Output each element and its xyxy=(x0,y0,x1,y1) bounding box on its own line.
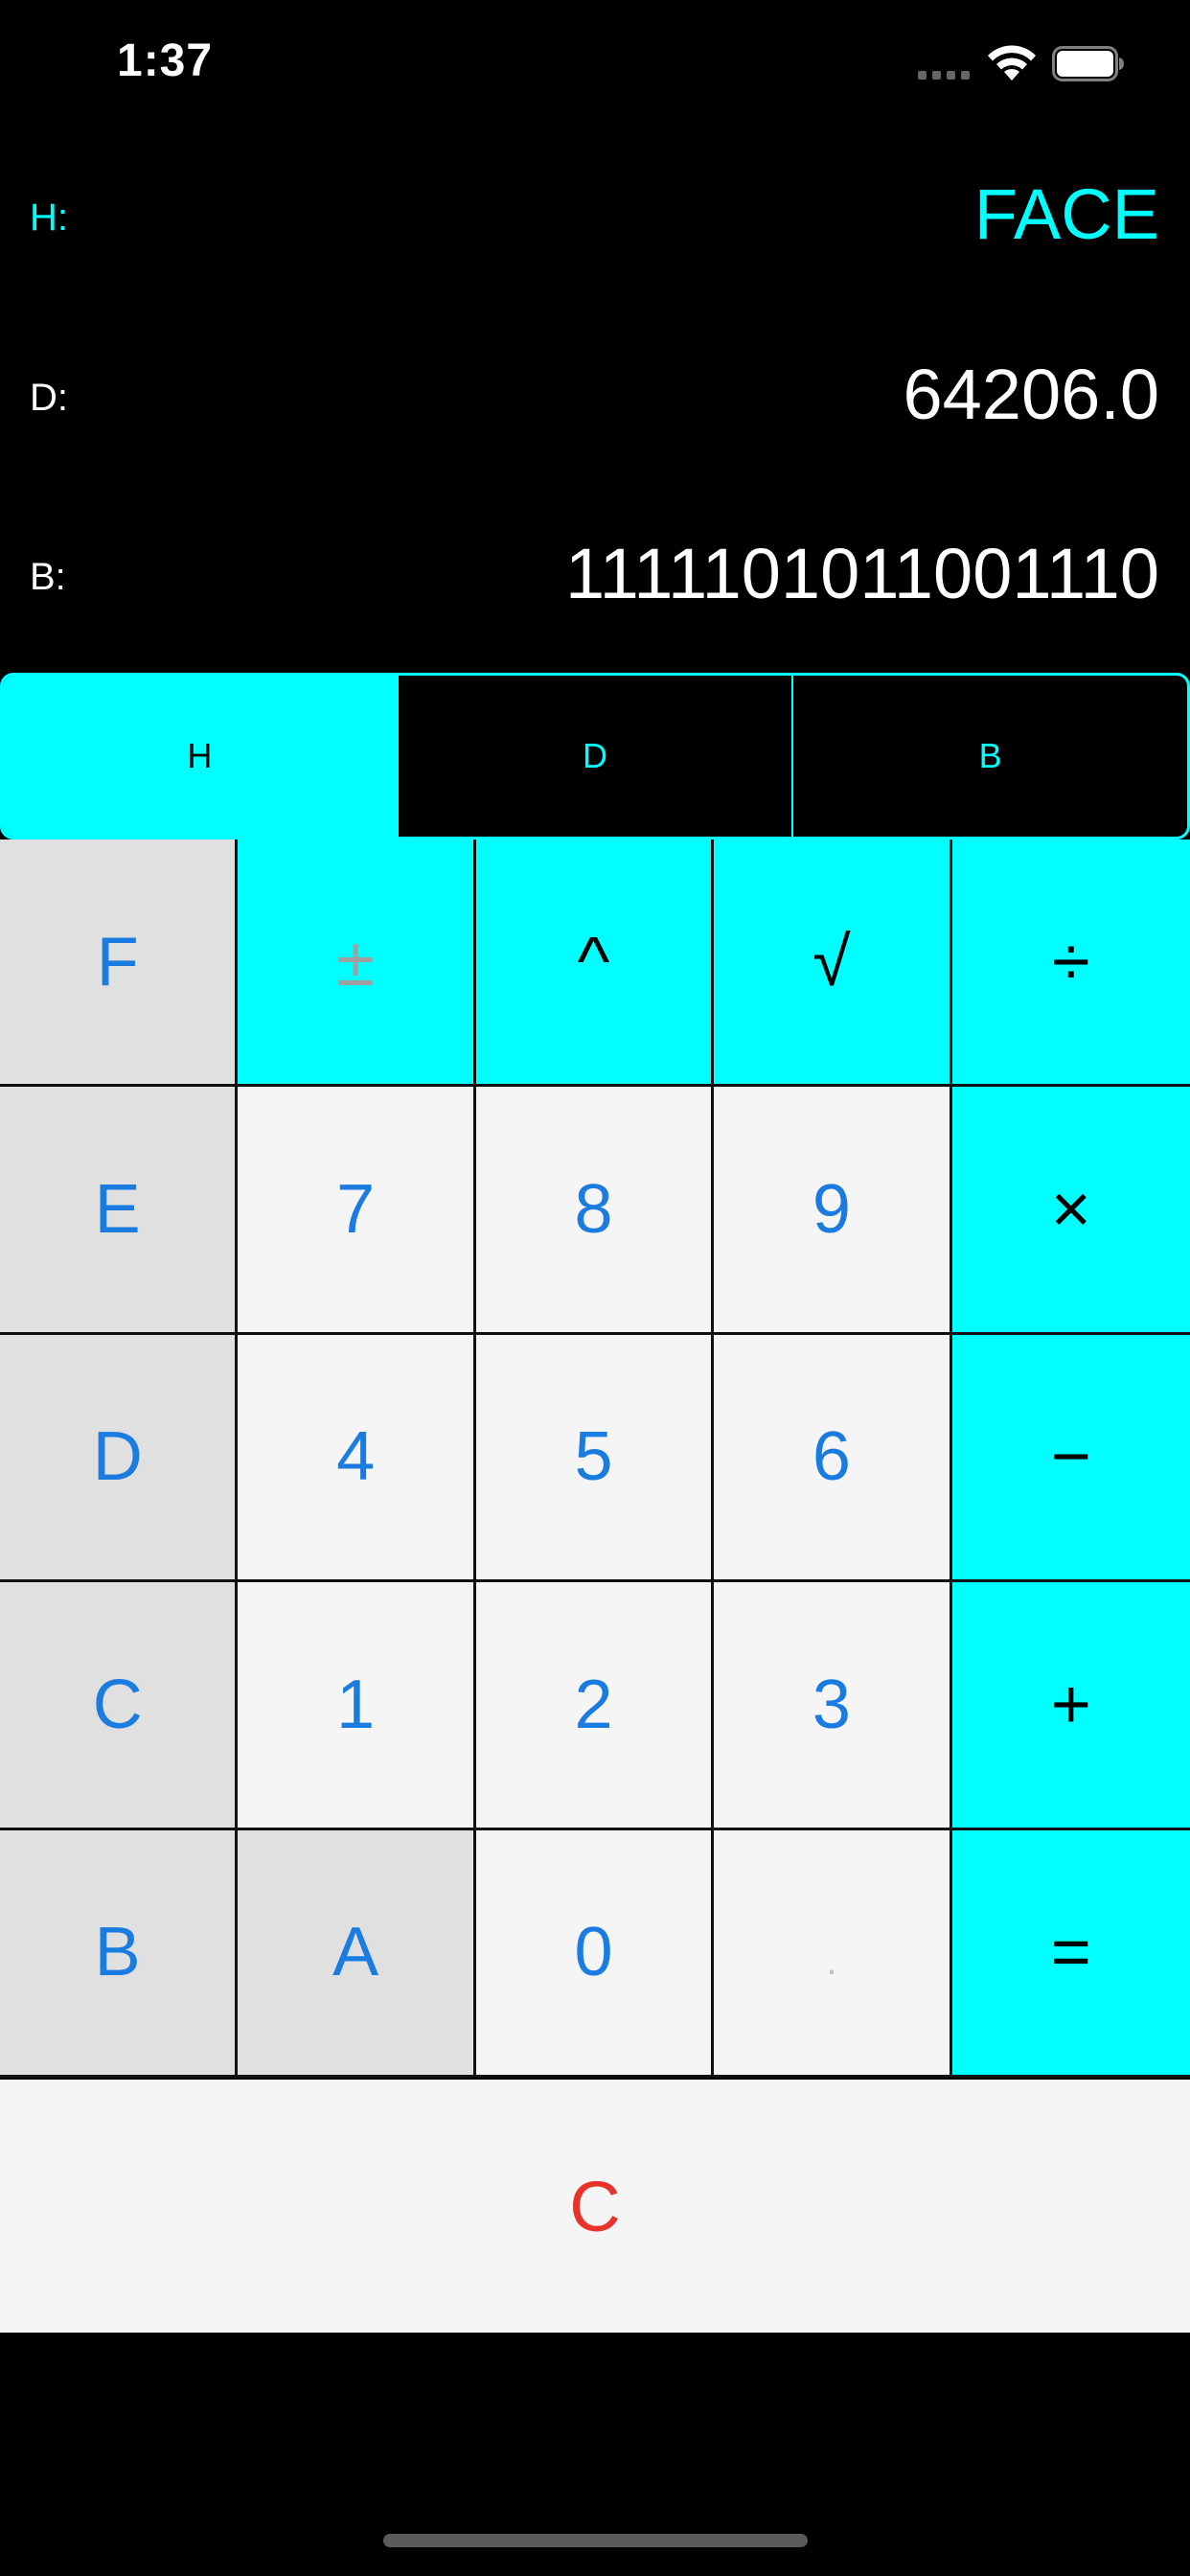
hex-display-row: H: FACE xyxy=(0,149,1190,292)
clear-button[interactable]: C xyxy=(0,2080,1190,2333)
key-decimal-point[interactable]: . xyxy=(714,1829,952,2078)
binary-display-row: B: 1111101011001110 xyxy=(0,508,1190,652)
key-3[interactable]: 3 xyxy=(714,1582,952,1830)
status-bar: 1:37 xyxy=(0,0,1190,129)
key-8[interactable]: 8 xyxy=(475,1087,715,1335)
key-e[interactable]: E xyxy=(0,1087,239,1335)
key-5[interactable]: 5 xyxy=(475,1334,715,1583)
key-0[interactable]: 0 xyxy=(475,1829,715,2078)
key-7[interactable]: 7 xyxy=(238,1087,476,1335)
hex-value: FACE xyxy=(973,174,1159,254)
key-subtract[interactable]: − xyxy=(951,1334,1190,1583)
status-time: 1:37 xyxy=(117,35,214,86)
key-sqrt[interactable]: √ xyxy=(714,840,952,1088)
key-9[interactable]: 9 xyxy=(714,1087,952,1335)
binary-value: 1111101011001110 xyxy=(564,534,1159,613)
battery-icon xyxy=(1052,46,1124,81)
key-c[interactable]: C xyxy=(0,1582,239,1830)
key-4[interactable]: 4 xyxy=(238,1334,476,1583)
key-add[interactable]: + xyxy=(951,1582,1190,1830)
signal-icon xyxy=(918,71,970,80)
key-divide[interactable]: ÷ xyxy=(951,840,1190,1088)
decimal-value: 64206.0 xyxy=(903,355,1160,434)
key-6[interactable]: 6 xyxy=(714,1334,952,1583)
key-b[interactable]: B xyxy=(0,1829,239,2078)
key-f[interactable]: F xyxy=(0,840,239,1088)
segment-binary[interactable]: B xyxy=(793,676,1187,837)
segment-hex[interactable]: H xyxy=(3,676,399,837)
hex-label: H: xyxy=(30,196,68,239)
key-a[interactable]: A xyxy=(238,1829,476,2078)
key-power[interactable]: ^ xyxy=(475,840,715,1088)
key-d[interactable]: D xyxy=(0,1334,239,1583)
decimal-label: D: xyxy=(30,377,68,419)
base-selector: H D B xyxy=(0,673,1190,840)
segment-decimal[interactable]: D xyxy=(399,676,794,837)
key-1[interactable]: 1 xyxy=(238,1582,476,1830)
binary-label: B: xyxy=(30,556,66,598)
keypad: F ± ^ √ ÷ E 7 8 9 × D 4 5 6 − C 1 2 3 + … xyxy=(0,840,1190,2078)
wifi-icon xyxy=(988,45,1036,80)
key-plus-minus[interactable]: ± xyxy=(238,840,476,1088)
home-indicator[interactable] xyxy=(383,2534,808,2547)
key-2[interactable]: 2 xyxy=(475,1582,715,1830)
decimal-display-row: D: 64206.0 xyxy=(0,329,1190,472)
key-equals[interactable]: = xyxy=(951,1829,1190,2078)
key-multiply[interactable]: × xyxy=(951,1087,1190,1335)
